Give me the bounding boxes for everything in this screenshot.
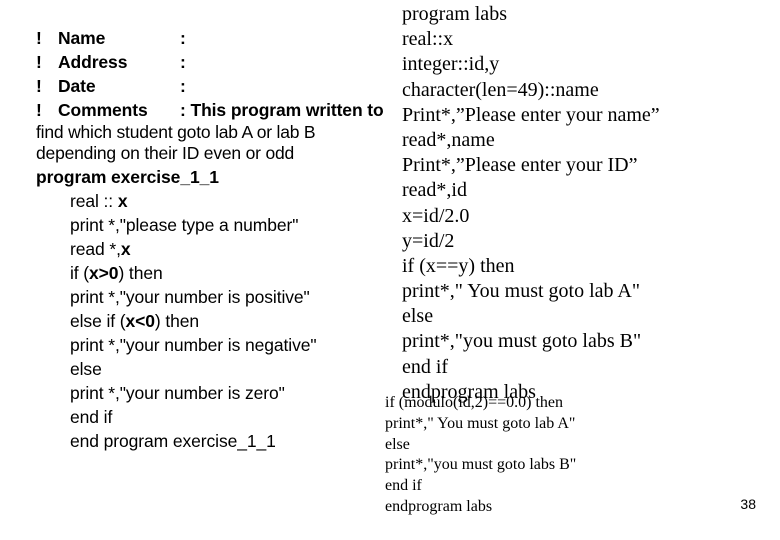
code-line: print*,"you must goto labs B" — [385, 456, 577, 474]
code-segment-pre: print *,"your number is positive" — [70, 287, 310, 307]
header-row-comments: ! Comments : This program written to — [36, 98, 386, 122]
code-segment-pre: else if ( — [70, 311, 126, 331]
header-comments-value: : This program written to — [180, 100, 384, 120]
left-code-column: ! Name: ! Address: ! Date: ! Comments : This … — [36, 26, 386, 453]
program-declaration: program exercise_1_1 — [36, 167, 219, 187]
header-colon-address: : — [180, 52, 186, 72]
code-line: if (x==y) then — [402, 254, 515, 277]
header-key-name: Name — [58, 28, 106, 48]
comment-marker: ! — [36, 76, 42, 96]
header-key-comments: Comments — [58, 100, 148, 120]
header-colon-name: : — [180, 28, 186, 48]
code-line: endprogram labs — [385, 497, 493, 515]
code-line: print *,"your number is negative" — [70, 333, 386, 357]
code-segment-pre: print *,"please type a number" — [70, 215, 299, 235]
alternate-snippet-block: if (modulo(id,2)==0.0) then print*," You… — [385, 393, 745, 518]
code-line: print*," You must goto lab A" — [402, 280, 641, 303]
code-line: integer::id,y — [402, 53, 500, 76]
code-line: read*,id — [402, 179, 467, 202]
header-key-date: Date — [58, 76, 96, 96]
code-segment-pre: real :: — [70, 191, 118, 211]
code-line: end if — [385, 477, 422, 495]
comment-marker: ! — [36, 52, 42, 72]
code-line: print *,"your number is positive" — [70, 285, 386, 309]
code-segment-bold: x>0 — [89, 263, 119, 283]
header-colon-date: : — [180, 76, 186, 96]
code-segment-pre: print *,"your number is zero" — [70, 383, 285, 403]
code-segment-pre: if ( — [70, 263, 90, 283]
code-segment-bold: x — [120, 239, 131, 259]
code-segment-post: ) then — [118, 263, 163, 283]
code-line: print*," You must goto lab A" — [385, 414, 576, 432]
code-segment-pre: print *,"your number is negative" — [70, 335, 317, 355]
header-row-name: ! Name: — [36, 26, 386, 50]
code-segment-post: ) then — [154, 311, 200, 331]
code-line: Print*,”Please enter your ID” — [402, 154, 638, 177]
code-line: end program exercise_1_1 — [70, 429, 386, 453]
code-line: program labs — [402, 3, 507, 25]
header-row-address: ! Address: — [36, 50, 386, 74]
code-line: print *,"please type a number" — [70, 213, 386, 237]
code-line: Print*,”Please enter your name” — [402, 103, 660, 126]
code-segment-pre: read *, — [70, 239, 121, 259]
code-line: character(len=49)::name — [402, 78, 599, 101]
slide-canvas: ! Name: ! Address: ! Date: ! Comments : This … — [0, 0, 780, 540]
code-line: else — [385, 435, 410, 453]
code-line: else — [70, 357, 386, 381]
page-number: 38 — [740, 496, 756, 512]
code-line: else if (x<0) then — [70, 309, 386, 333]
code-segment-bold: x — [117, 191, 128, 211]
comments-wrapped-text: find which student goto lab A or lab B d… — [36, 122, 316, 163]
code-line: real :: x — [70, 189, 386, 213]
code-line: if (modulo(id,2)==0.0) then — [385, 394, 564, 411]
code-segment-pre: end if — [70, 407, 113, 427]
code-line: read*,name — [402, 128, 495, 151]
code-line: x=id/2.0 — [402, 204, 470, 227]
code-line: print *,"your number is zero" — [70, 381, 386, 405]
code-line: if (x>0) then — [70, 261, 386, 285]
code-line: print*,"you must goto labs B" — [402, 330, 642, 353]
header-row-date: ! Date: — [36, 74, 386, 98]
code-segment-pre: end program exercise_1_1 — [70, 431, 276, 451]
code-line: read *,x — [70, 237, 386, 261]
code-line: end if — [70, 405, 386, 429]
code-line: end if — [402, 355, 449, 378]
comment-marker: ! — [36, 28, 42, 48]
header-key-address: Address — [58, 52, 128, 72]
code-segment-bold: x<0 — [125, 311, 155, 331]
comment-marker: ! — [36, 100, 42, 120]
left-code-body: real :: x print *,"please type a number"… — [36, 189, 386, 453]
right-code-column: program labs real::x integer::id,y chara… — [402, 2, 772, 405]
code-line: y=id/2 — [402, 229, 455, 252]
code-line: else — [402, 305, 434, 328]
code-line: real::x — [402, 28, 454, 51]
code-segment-pre: else — [70, 359, 102, 379]
